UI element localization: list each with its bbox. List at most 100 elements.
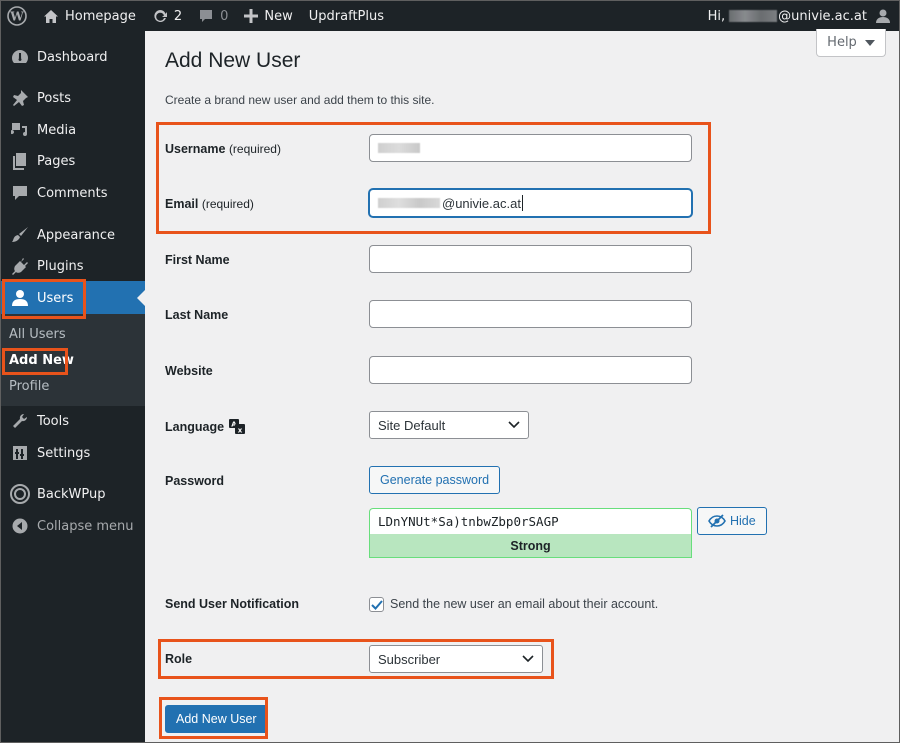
menu-label: Appearance — [37, 227, 116, 243]
language-label: Language Ax — [165, 419, 246, 435]
comment-icon — [1, 184, 37, 202]
role-select[interactable]: Subscriber — [369, 645, 543, 673]
menu-plugins[interactable]: Plugins — [1, 249, 145, 283]
submenu-add-new[interactable]: Add New — [1, 347, 145, 373]
text-caret — [521, 195, 523, 211]
menu-label: BackWPup — [37, 486, 106, 502]
updraftplus-label: UpdraftPlus — [308, 8, 385, 24]
username-label: Username (required) — [165, 142, 281, 156]
submenu-profile[interactable]: Profile — [1, 373, 145, 399]
my-account[interactable]: Hi, @univie.ac.at — [708, 1, 899, 31]
wrench-icon — [1, 412, 37, 430]
first-name-input[interactable] — [369, 245, 692, 273]
menu-backwpup[interactable]: BackWPup — [1, 477, 145, 511]
last-name-input[interactable] — [369, 300, 692, 328]
wordpress-logo-button[interactable]: W — [1, 1, 35, 31]
hide-label: Hide — [730, 514, 756, 528]
submenu-all-users[interactable]: All Users — [1, 321, 145, 347]
menu-label: Posts — [37, 90, 71, 106]
checkmark-icon — [370, 599, 383, 610]
help-button[interactable]: Help — [816, 29, 886, 57]
role-selected: Subscriber — [378, 651, 441, 667]
svg-text:W: W — [9, 10, 24, 24]
website-label: Website — [165, 364, 213, 378]
updraftplus-link[interactable]: UpdraftPlus — [301, 1, 392, 31]
collapse-menu-button[interactable]: Collapse menu — [1, 509, 145, 543]
menu-label: Collapse menu — [37, 518, 134, 534]
chevron-down-icon — [508, 421, 520, 429]
help-label: Help — [827, 35, 857, 50]
new-label: New — [264, 8, 293, 24]
first-name-label: First Name — [165, 253, 230, 267]
email-domain: @univie.ac.at — [442, 195, 521, 211]
notification-label: Send User Notification — [165, 597, 300, 611]
page-title: Add New User — [165, 49, 301, 72]
password-label: Password — [165, 474, 225, 488]
menu-media[interactable]: Media — [1, 113, 145, 147]
wp-admin-window: W Homepage 2 0 New UpdraftPlus Hi, @univ… — [0, 0, 900, 743]
notification-checkbox-label[interactable]: Send the new user an email about their a… — [390, 597, 658, 611]
hide-password-button[interactable]: Hide — [697, 507, 767, 535]
menu-label: Tools — [37, 413, 70, 429]
menu-label: Pages — [37, 153, 76, 169]
site-home-link[interactable]: Homepage — [35, 1, 144, 31]
wordpress-icon: W — [7, 6, 27, 26]
user-icon — [1, 289, 37, 307]
email-input[interactable]: @univie.ac.at — [369, 189, 692, 217]
svg-text:x: x — [238, 427, 243, 435]
comment-icon — [198, 8, 214, 24]
password-input[interactable]: LDnYNUt*Sa)tnbwZbp0rSAGP — [369, 508, 692, 534]
menu-tools[interactable]: Tools — [1, 404, 145, 438]
home-icon — [43, 9, 59, 24]
refresh-icon — [152, 8, 168, 24]
settings-icon — [1, 444, 37, 462]
new-content-link[interactable]: New — [236, 1, 300, 31]
website-input[interactable] — [369, 356, 692, 384]
username-input[interactable] — [369, 134, 692, 162]
menu-label: Plugins — [37, 258, 84, 274]
menu-label: Dashboard — [37, 49, 108, 65]
updates-link[interactable]: 2 — [144, 1, 190, 31]
add-new-user-button[interactable]: Add New User — [165, 705, 268, 733]
redacted-email-local — [378, 198, 440, 208]
menu-users[interactable]: Users — [1, 281, 145, 315]
main-content: Help Add New User Create a brand new use… — [145, 29, 899, 742]
menu-comments[interactable]: Comments — [1, 176, 145, 210]
greeting: Hi, — [707, 8, 726, 24]
backwpup-icon — [1, 484, 37, 504]
menu-appearance[interactable]: Appearance — [1, 218, 145, 252]
notification-checkbox[interactable] — [369, 597, 384, 612]
pages-icon — [1, 152, 37, 170]
language-select[interactable]: Site Default — [369, 411, 529, 439]
redacted-username — [729, 10, 778, 22]
menu-pages[interactable]: Pages — [1, 144, 145, 178]
page-description: Create a brand new user and add them to … — [165, 93, 435, 107]
comments-count: 0 — [220, 8, 229, 24]
menu-label: Media — [37, 122, 77, 138]
menu-label: Users — [37, 290, 74, 306]
admin-bar: W Homepage 2 0 New UpdraftPlus Hi, @univ… — [1, 1, 899, 31]
generate-password-button[interactable]: Generate password — [369, 466, 501, 494]
translation-icon: Ax — [229, 419, 246, 435]
language-selected: Site Default — [378, 417, 446, 433]
user-email-suffix: @univie.ac.at — [778, 8, 867, 24]
users-submenu: All Users Add New Profile — [1, 314, 145, 406]
menu-dashboard[interactable]: Dashboard — [1, 40, 145, 74]
role-label: Role — [165, 652, 193, 666]
eye-slash-icon — [708, 514, 726, 528]
dashboard-icon — [1, 48, 37, 66]
collapse-icon — [1, 518, 37, 534]
plus-icon — [244, 9, 259, 23]
menu-settings[interactable]: Settings — [1, 436, 145, 470]
paintbrush-icon — [1, 226, 37, 244]
media-icon — [1, 121, 37, 139]
updates-count: 2 — [173, 8, 183, 24]
pin-icon — [1, 89, 37, 107]
email-label: Email (required) — [165, 197, 254, 211]
menu-label: Comments — [37, 185, 108, 201]
avatar-icon — [875, 8, 891, 24]
menu-posts[interactable]: Posts — [1, 81, 145, 115]
menu-label: Settings — [37, 445, 91, 461]
chevron-down-icon — [522, 655, 534, 663]
comments-link[interactable]: 0 — [190, 1, 236, 31]
